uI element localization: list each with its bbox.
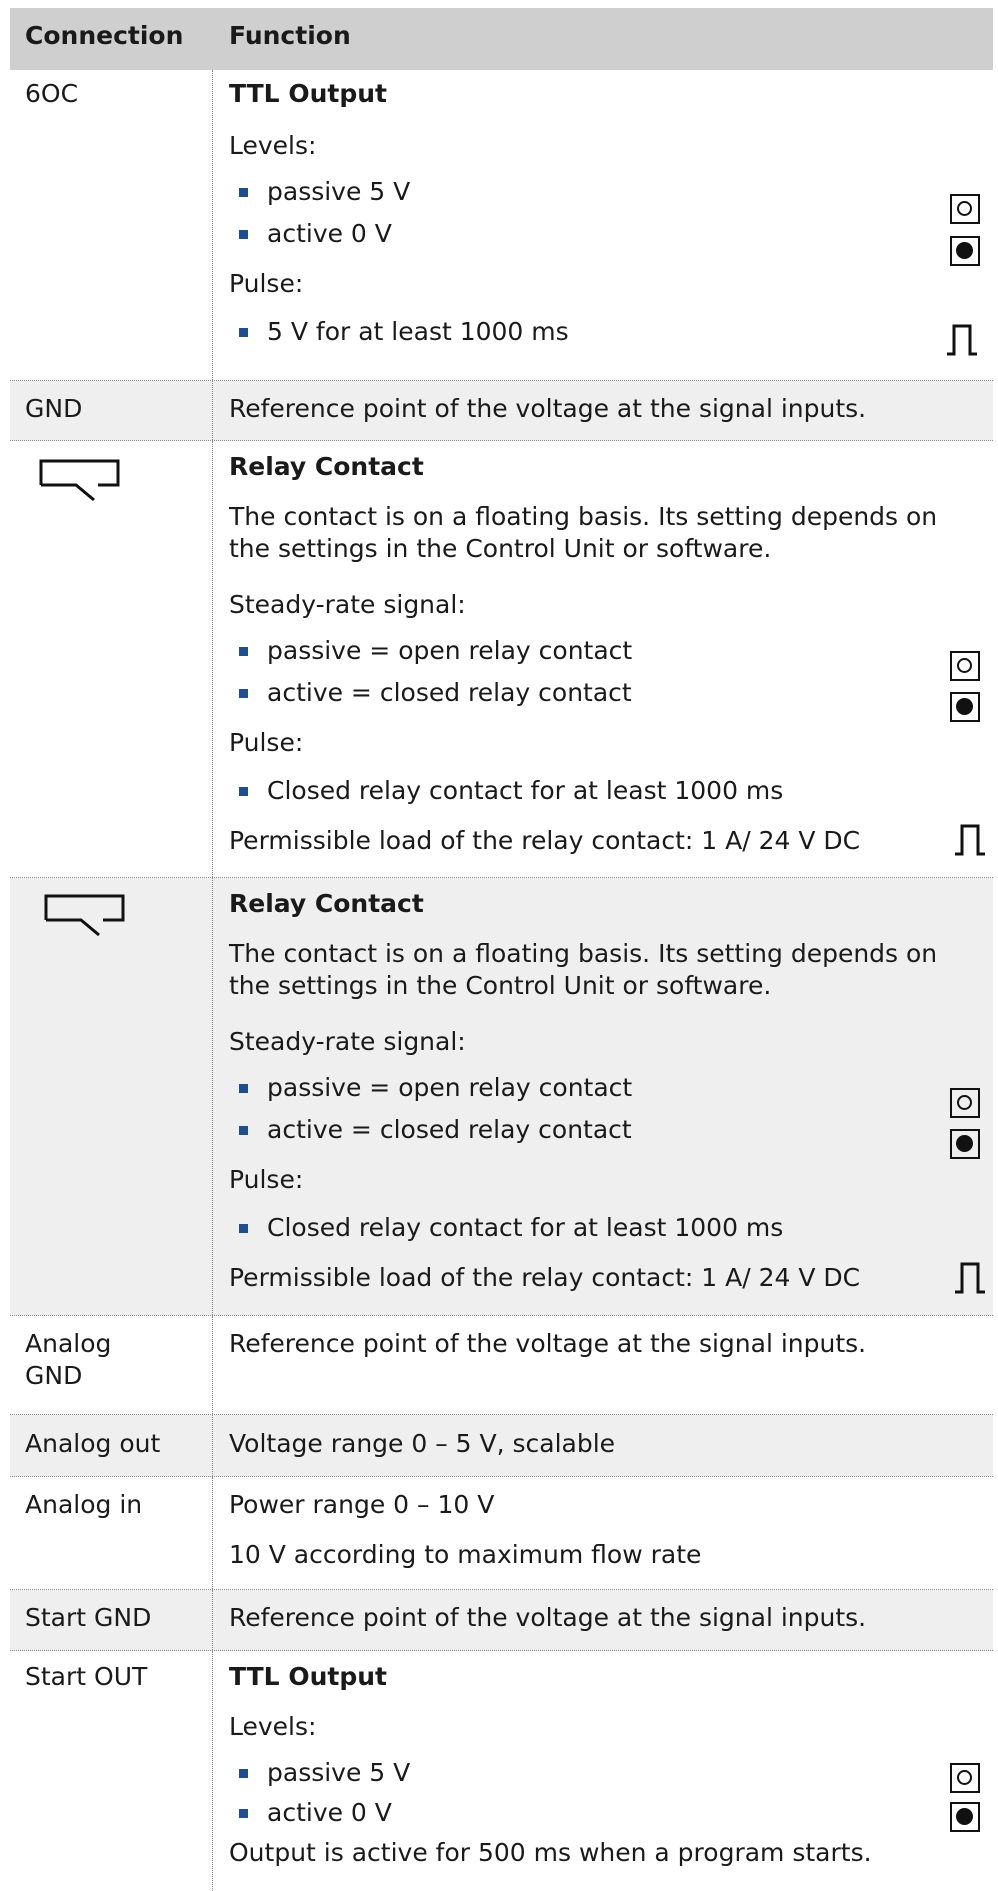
function-text: 10 V according to maximum flow rate: [229, 1540, 702, 1569]
pulse-label: Pulse:: [229, 269, 304, 298]
function-text: Voltage range 0 – 5 V, scalable: [229, 1429, 616, 1458]
function-note: Output is active for 500 ms when a progr…: [229, 1838, 872, 1867]
list-item: passive 5 V: [267, 177, 411, 206]
table-row-relay-contact-1: Relay Contact The contact is on a floati…: [10, 441, 993, 878]
header-connection: Connection: [25, 21, 184, 50]
table-row-analog-out: Analog out Voltage range 0 – 5 V, scalab…: [10, 1415, 993, 1477]
table-row-analog-in: Analog in Power range 0 – 10 V 10 V acco…: [10, 1477, 993, 1590]
list-item: passive = open relay contact: [267, 636, 633, 665]
function-description: The contact is on a floating basis. Its …: [229, 502, 938, 563]
closed-contact-icon: [950, 692, 980, 722]
list-item: 5 V for at least 1000 ms: [267, 317, 569, 346]
table-row-start-gnd: Start GND Reference point of the voltage…: [10, 1590, 993, 1651]
connection-label: Start OUT: [25, 1662, 148, 1691]
pulse-label: Pulse:: [229, 728, 304, 757]
header-function: Function: [229, 21, 351, 50]
closed-contact-icon: [950, 1802, 980, 1832]
bullet-icon: [239, 787, 248, 796]
function-text: Power range 0 – 10 V: [229, 1490, 495, 1519]
pulse-icon: [955, 1262, 985, 1294]
bullet-icon: [239, 1084, 248, 1093]
open-contact-icon: [950, 1763, 980, 1793]
bullet-icon: [239, 1769, 248, 1778]
connection-label: 6OC: [25, 79, 79, 108]
list-item: active 0 V: [267, 219, 392, 248]
relay-contact-icon: [39, 459, 120, 502]
bullet-icon: [239, 1809, 248, 1818]
levels-label: Levels:: [229, 131, 317, 160]
connection-label: GND: [25, 394, 83, 423]
table-row-relay-contact-2: Relay Contact The contact is on a floati…: [10, 878, 993, 1316]
connection-label: Analog GND: [25, 1329, 112, 1390]
bullet-icon: [239, 230, 248, 239]
bullet-icon: [239, 647, 248, 656]
function-text: Reference point of the voltage at the si…: [229, 394, 867, 423]
bullet-icon: [239, 689, 248, 698]
load-text: Permissible load of the relay contact: 1…: [229, 826, 861, 855]
function-title: TTL Output: [229, 79, 387, 108]
table-row-gnd: GND Reference point of the voltage at th…: [10, 381, 993, 441]
list-item: active = closed relay contact: [267, 1115, 632, 1144]
function-title: TTL Output: [229, 1662, 387, 1691]
function-text: Reference point of the voltage at the si…: [229, 1603, 867, 1632]
open-contact-icon: [950, 651, 980, 681]
bullet-icon: [239, 1126, 248, 1135]
list-item: active = closed relay contact: [267, 678, 632, 707]
bullet-icon: [239, 328, 248, 337]
open-contact-icon: [950, 194, 980, 224]
closed-contact-icon: [950, 1129, 980, 1159]
function-text: Reference point of the voltage at the si…: [229, 1329, 867, 1358]
load-text: Permissible load of the relay contact: 1…: [229, 1263, 861, 1292]
steady-label: Steady-rate signal:: [229, 1027, 466, 1056]
connection-label: Start GND: [25, 1603, 152, 1632]
list-item: Closed relay contact for at least 1000 m…: [267, 1213, 784, 1242]
function-title: Relay Contact: [229, 452, 424, 481]
pulse-icon: [955, 824, 985, 856]
table-header: Connection Function: [10, 8, 993, 70]
list-item: Closed relay contact for at least 1000 m…: [267, 776, 784, 805]
list-item: passive 5 V: [267, 1758, 411, 1787]
function-title: Relay Contact: [229, 889, 424, 918]
bullet-icon: [239, 1224, 248, 1233]
function-description: The contact is on a floating basis. Its …: [229, 939, 938, 1000]
open-contact-icon: [950, 1088, 980, 1118]
closed-contact-icon: [950, 236, 980, 266]
pulse-icon: [947, 324, 977, 356]
list-item: active 0 V: [267, 1798, 392, 1827]
relay-contact-icon: [44, 894, 125, 937]
connection-label: Analog in: [25, 1490, 143, 1519]
levels-label: Levels:: [229, 1712, 317, 1741]
table-row-start-out: Start OUT TTL Output Levels: passive 5 V…: [10, 1651, 993, 1891]
bullet-icon: [239, 188, 248, 197]
table-row-analog-gnd: Analog GND Reference point of the voltag…: [10, 1316, 993, 1415]
table-row-6oc: 6OC TTL Output Levels: passive 5 V activ…: [10, 70, 993, 381]
list-item: passive = open relay contact: [267, 1073, 633, 1102]
steady-label: Steady-rate signal:: [229, 590, 466, 619]
connection-label: Analog out: [25, 1429, 161, 1458]
pulse-label: Pulse:: [229, 1165, 304, 1194]
